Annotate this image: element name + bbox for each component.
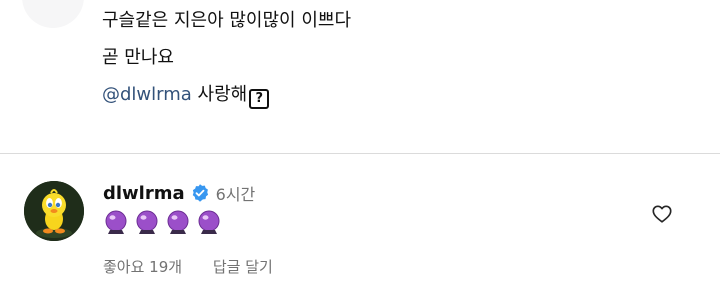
reply-link[interactable]: 답글 달기 — [213, 258, 273, 276]
unknown-emoji-icon: ? — [249, 89, 270, 109]
comment-line-3-text: 사랑해 — [191, 84, 248, 105]
likes-count[interactable]: 좋아요 19개 — [103, 258, 182, 276]
previous-comment-avatar[interactable] — [22, 0, 84, 28]
reply-header: dlwlrma 6시간 — [103, 180, 255, 206]
heart-icon[interactable] — [651, 203, 673, 225]
divider — [0, 153, 720, 154]
comment-line-1: 구슬같은 지은아 많이많이 이쁘다 — [102, 10, 352, 31]
crystal-ball-icon — [197, 210, 221, 238]
mention-link[interactable]: @dlwlrma — [102, 84, 192, 105]
crystal-ball-icon — [166, 210, 190, 238]
tweety-avatar-icon — [24, 181, 84, 241]
comment-body: 구슬같은 지은아 많이많이 이쁘다 곧 만나요 @dlwlrma 사랑해? — [102, 2, 351, 113]
reply-actions: 좋아요 19개 답글 달기 — [103, 256, 273, 277]
comment-line-3: @dlwlrma 사랑해? — [102, 76, 351, 113]
username[interactable]: dlwlrma — [103, 183, 185, 204]
crystal-ball-icon — [135, 210, 159, 238]
crystal-ball-icon — [104, 210, 128, 238]
timestamp: 6시간 — [215, 185, 256, 204]
comment-line-2: 곧 만나요 — [102, 47, 174, 68]
reply-body — [104, 210, 221, 238]
verified-badge-icon — [190, 183, 210, 203]
avatar[interactable] — [24, 181, 84, 241]
